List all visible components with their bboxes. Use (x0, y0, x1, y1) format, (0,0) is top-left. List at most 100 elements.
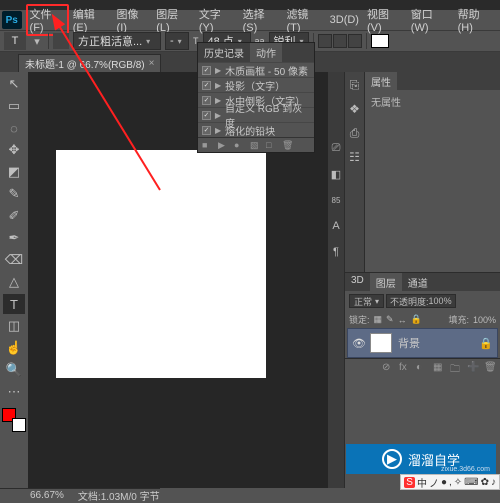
orientation-toggle[interactable] (53, 33, 69, 49)
menu-help[interactable]: 帮助(H) (454, 4, 498, 36)
zoom-tool[interactable]: 🔍 (3, 360, 25, 380)
new-set-icon[interactable]: ▧ (250, 140, 260, 150)
ime-lang[interactable]: 中 (417, 475, 427, 490)
ime-btn[interactable]: ⌨ (464, 477, 478, 488)
visibility-icon[interactable]: 👁 (352, 337, 364, 350)
current-tool-icon[interactable]: T (4, 32, 26, 50)
align-right-button[interactable] (348, 34, 362, 48)
type-tool[interactable]: T (3, 294, 25, 314)
action-toggle[interactable]: ✓ (202, 81, 211, 90)
stop-icon[interactable]: ■ (202, 140, 212, 150)
actions-panel[interactable]: 历史记录 动作 ✓▶木质画框 - 50 像素 ✓▶投影（文字） ✓▶水中倒影（文… (197, 42, 315, 153)
action-row[interactable]: ✓▶自定义 RGB 到灰度 (198, 107, 314, 122)
link-layers-icon[interactable]: ⊘ (382, 362, 394, 374)
character-panel-icon[interactable]: A (330, 220, 342, 232)
expand-icon[interactable]: ▶ (215, 66, 221, 75)
action-row[interactable]: ✓ ▶ 投影（文字） (198, 77, 314, 92)
group-icon[interactable]: 🗀 (450, 362, 462, 374)
ime-btn[interactable]: ノ (429, 475, 439, 490)
action-toggle[interactable]: ✓ (202, 96, 211, 105)
tab-actions[interactable]: 动作 (250, 43, 282, 62)
eyedropper-tool[interactable]: ✎ (3, 184, 25, 204)
layer-style-icon[interactable]: fx (399, 362, 411, 374)
tab-history[interactable]: 历史记录 (198, 43, 250, 62)
lock-pixels-icon[interactable]: ▦ (374, 314, 383, 325)
trash-icon[interactable]: 🗑 (282, 140, 292, 150)
hand-tool[interactable]: ☝ (3, 338, 25, 358)
panel-icon[interactable]: ☷ (347, 148, 363, 166)
more-tools[interactable]: ⋯ (3, 382, 25, 402)
brush-tool[interactable]: ✐ (3, 206, 25, 226)
panel-icon[interactable]: 85 (330, 194, 342, 206)
ime-btn[interactable]: ● (441, 477, 447, 488)
close-tab-icon[interactable]: × (149, 58, 155, 69)
tab-channels[interactable]: 通道 (402, 273, 434, 291)
action-row[interactable]: ✓▶木质画框 - 50 像素 (198, 62, 314, 77)
ime-btn[interactable]: ♪ (491, 477, 496, 488)
align-left-button[interactable] (318, 34, 332, 48)
blend-mode-value: 正常 (354, 295, 372, 308)
properties-body: 无属性 (365, 90, 500, 113)
quick-select-tool[interactable]: ✥ (3, 140, 25, 160)
menu-view[interactable]: 视图(V) (363, 4, 407, 36)
panel-icon[interactable]: ❖ (347, 100, 363, 118)
layer-row[interactable]: 👁 背景 🔒 (347, 328, 498, 358)
expand-icon[interactable]: ▶ (215, 111, 221, 120)
action-toggle[interactable]: ✓ (202, 111, 211, 120)
adjustment-layer-icon[interactable]: ▦ (433, 362, 445, 374)
lock-position-icon[interactable]: ↔ (398, 315, 407, 325)
background-color[interactable] (12, 418, 26, 432)
expand-icon[interactable]: ▶ (215, 81, 221, 90)
panel-icon[interactable]: ⎘ (347, 76, 363, 94)
ime-btn[interactable]: , (449, 477, 452, 488)
tool-preset-dropdown[interactable]: ▾ (30, 35, 44, 48)
layer-mask-icon[interactable]: ◐ (416, 362, 428, 374)
expand-icon[interactable]: ▶ (215, 96, 221, 105)
font-style-select[interactable]: -▾ (165, 32, 189, 50)
zoom-level[interactable]: 66.67% (30, 490, 64, 501)
action-toggle[interactable]: ✓ (202, 126, 211, 135)
lasso-tool[interactable]: ◌ (3, 118, 25, 138)
lock-paint-icon[interactable]: ✎ (386, 314, 394, 325)
record-icon[interactable]: ● (234, 140, 244, 150)
shape-tool[interactable]: ◫ (3, 316, 25, 336)
gradient-tool[interactable]: △ (3, 272, 25, 292)
action-toggle[interactable]: ✓ (202, 66, 211, 75)
crop-tool[interactable]: ◩ (3, 162, 25, 182)
expand-icon[interactable]: ▶ (215, 126, 221, 135)
menu-window[interactable]: 窗口(W) (407, 4, 454, 36)
ime-tray[interactable]: S 中 ノ ● , ✧ ⌨ ✿ ♪ (400, 474, 500, 490)
opacity-field[interactable]: 不透明度:100% (386, 294, 456, 308)
tab-properties[interactable]: 属性 (365, 72, 397, 90)
align-center-button[interactable] (333, 34, 347, 48)
new-action-icon[interactable]: □ (266, 140, 276, 150)
pencil-tool[interactable]: ✒ (3, 228, 25, 248)
panel-icon[interactable]: ◧ (330, 168, 342, 180)
panel-icon[interactable]: ⎙ (347, 124, 363, 142)
menu-3d[interactable]: 3D(D) (326, 12, 363, 28)
move-tool[interactable]: ↖ (3, 74, 25, 94)
paragraph-panel-icon[interactable]: ¶ (330, 246, 342, 258)
font-family-select[interactable]: 方正粗活意...▾ (73, 32, 161, 50)
layer-thumbnail[interactable] (370, 333, 392, 353)
tab-layers[interactable]: 图层 (370, 273, 402, 291)
document-tab[interactable]: 未标题-1 @ 66.7%(RGB/8) × (18, 54, 161, 72)
ime-btn[interactable]: ✿ (481, 477, 489, 488)
new-layer-icon[interactable]: ➕ (467, 362, 479, 374)
document-info[interactable]: 文档:1.03M/0 字节 (78, 488, 160, 503)
play-icon[interactable]: ▶ (218, 140, 228, 150)
ime-btn[interactable]: ✧ (454, 477, 462, 488)
blend-mode-select[interactable]: 正常▾ (349, 294, 384, 308)
text-color-swatch[interactable] (371, 34, 389, 48)
menu-file[interactable]: 文件(F) (26, 4, 69, 36)
action-name: 投影（文字） (225, 78, 285, 93)
color-swatches[interactable] (2, 408, 26, 432)
panel-icon[interactable]: ⎚ (330, 142, 342, 154)
tab-3d[interactable]: 3D (345, 273, 370, 291)
marquee-tool[interactable]: ▭ (3, 96, 25, 116)
ime-icon[interactable]: S (404, 477, 415, 488)
lock-all-icon[interactable]: 🔒 (411, 314, 422, 325)
document-canvas[interactable] (56, 150, 266, 378)
eraser-tool[interactable]: ⌫ (3, 250, 25, 270)
trash-icon[interactable]: 🗑 (484, 362, 496, 374)
